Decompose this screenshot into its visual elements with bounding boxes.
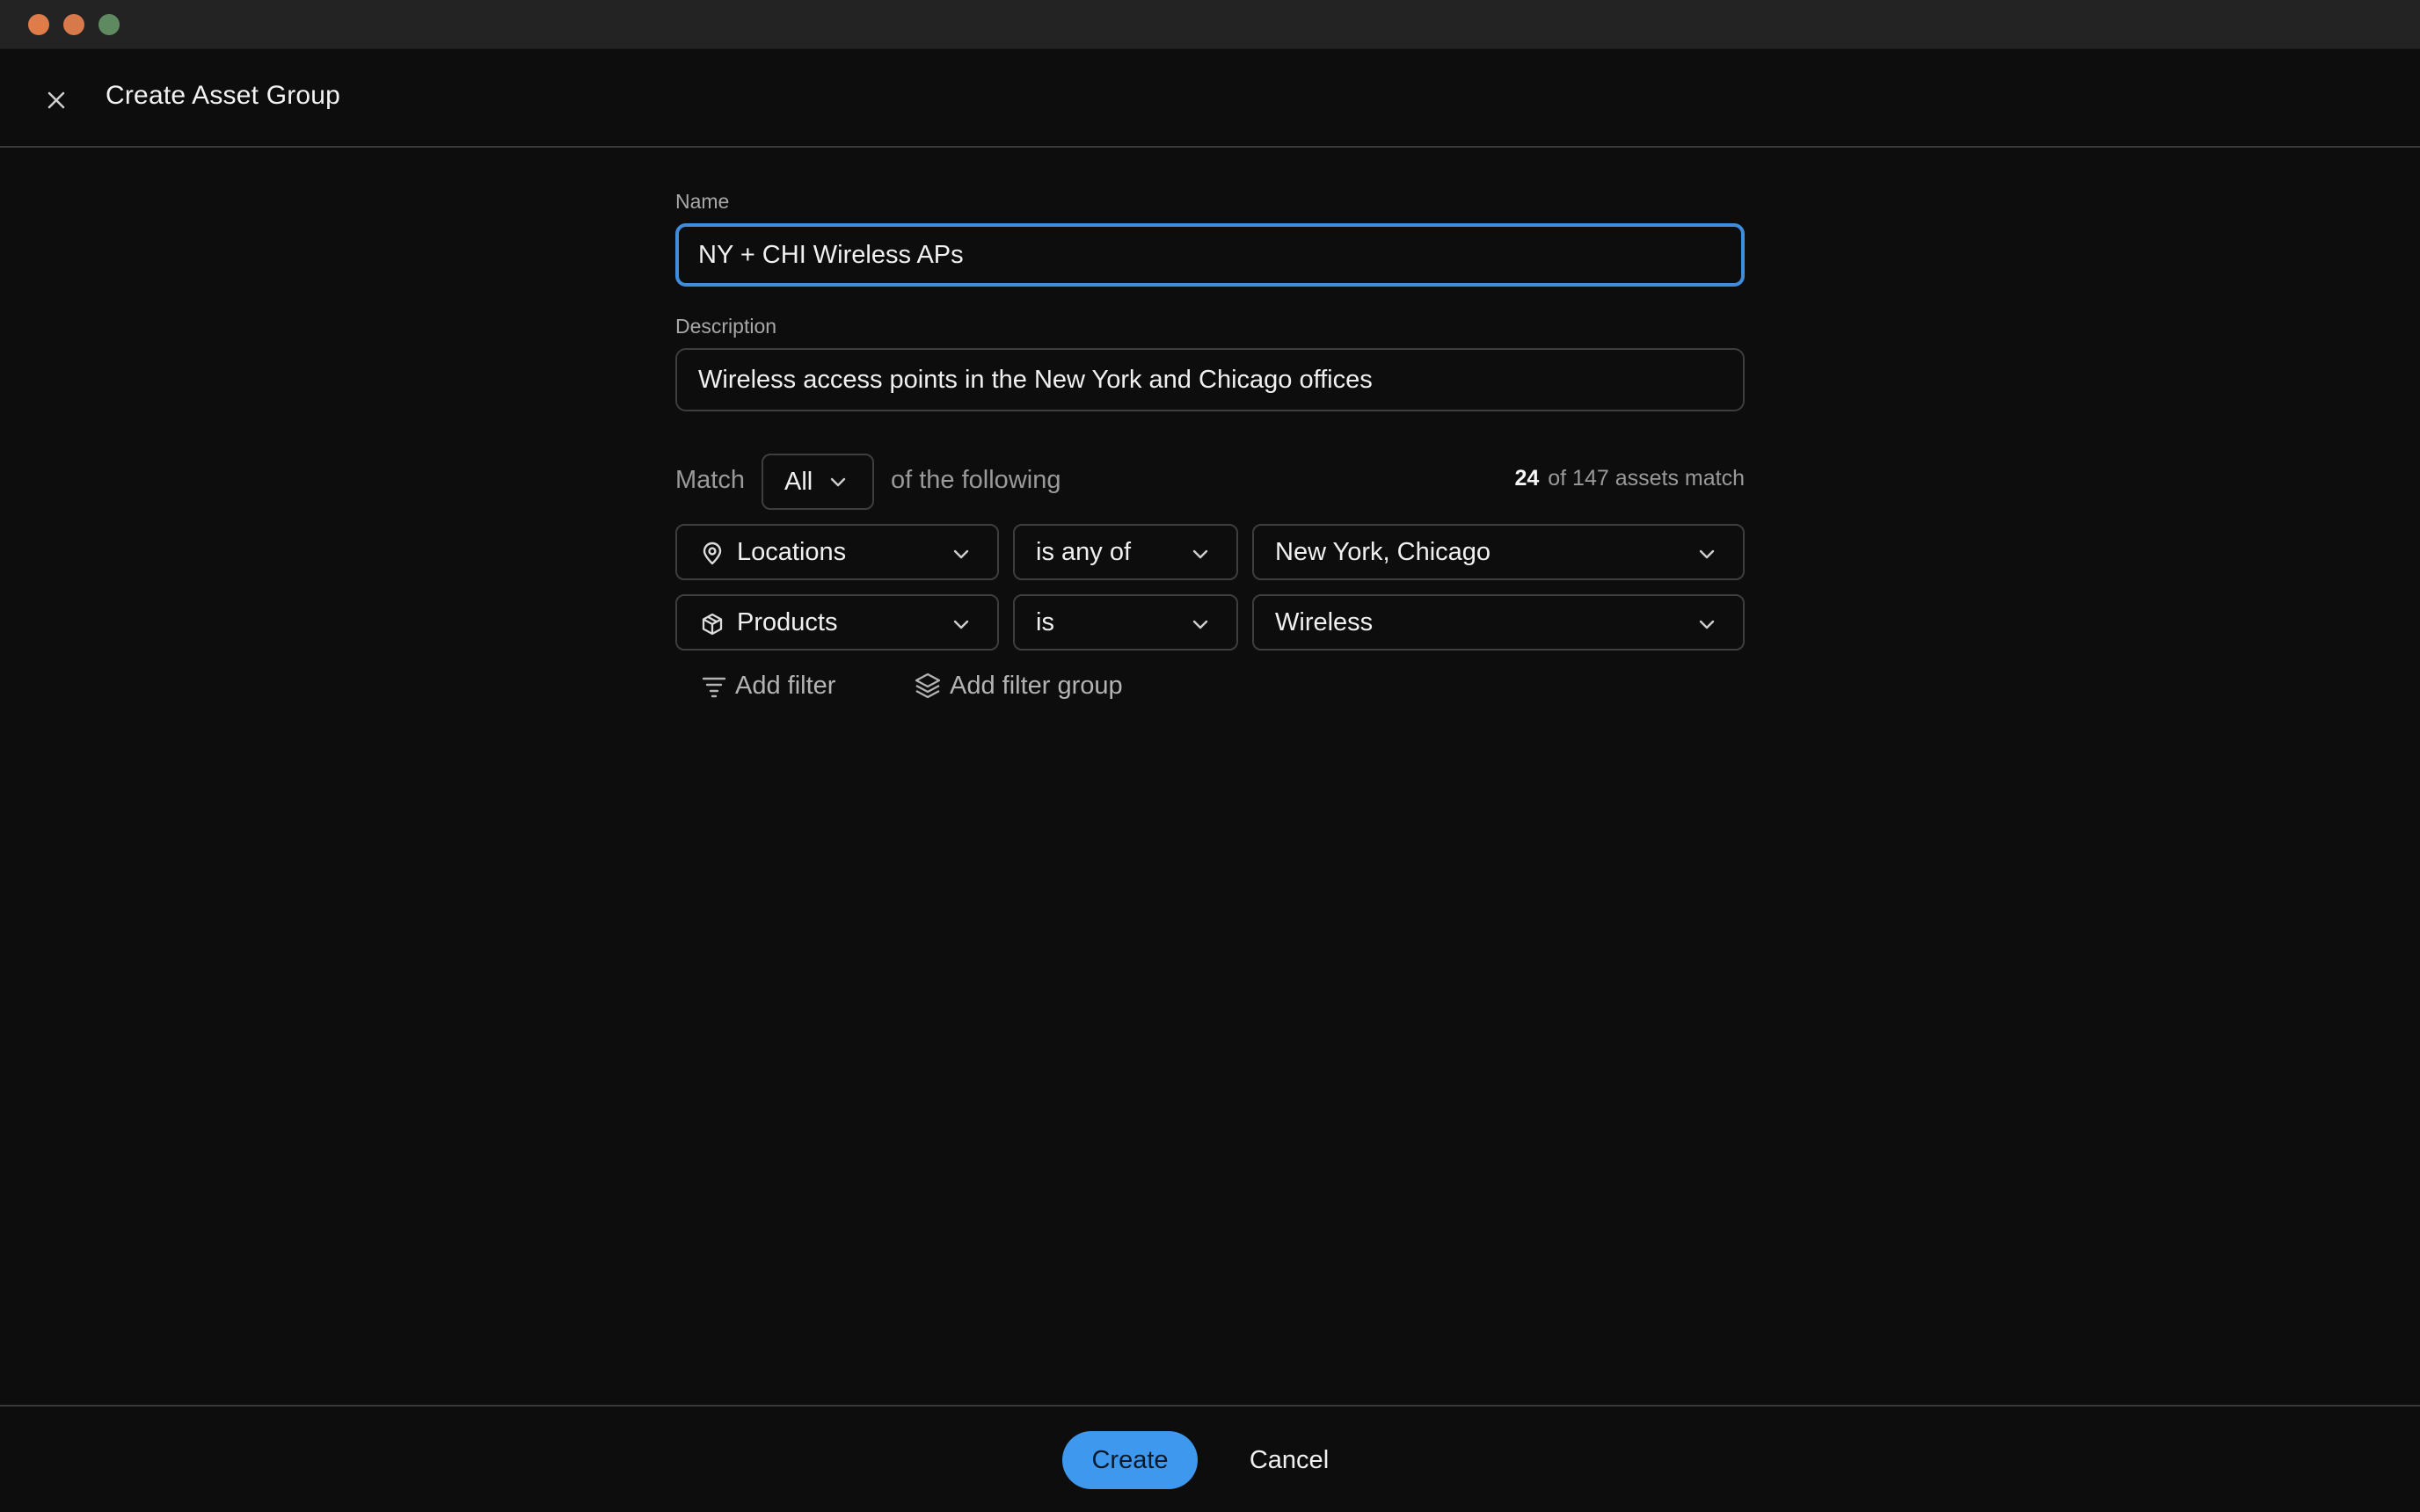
chevron-down-icon [1192,620,1208,629]
name-input[interactable] [675,223,1745,287]
filter-value-select[interactable]: Wireless [1252,594,1745,651]
cancel-button[interactable]: Cancel [1229,1431,1349,1489]
filter-field-select[interactable]: Locations [675,524,999,580]
create-button[interactable]: Create [1062,1431,1198,1489]
close-icon [47,91,65,109]
window-minimize-button[interactable] [63,14,84,35]
filter-value-select[interactable]: New York, Chicago [1252,524,1745,580]
add-filter-group-button[interactable]: Add filter group [913,661,1123,710]
title-bar [0,0,2420,49]
filter-field-value: Products [737,607,838,636]
match-count-suffix: of 147 assets match [1548,466,1745,491]
chevron-down-icon [953,549,969,559]
chevron-down-icon [830,477,846,487]
package-icon [702,613,723,636]
add-filter-group-label: Add filter group [950,671,1123,700]
chevron-down-icon [953,620,969,629]
chevron-down-icon [1699,549,1715,559]
dialog-header: Create Asset Group [0,49,2420,148]
chevron-down-icon [1192,549,1208,559]
window-close-button[interactable] [28,14,49,35]
filter-field-value: Locations [737,537,847,566]
close-button[interactable] [40,84,72,116]
filter-operator-select[interactable]: is [1013,594,1238,651]
match-count-number: 24 [1514,466,1540,491]
filter-operator-value: is [1036,607,1054,636]
filter-operator-select[interactable]: is any of [1013,524,1238,580]
filter-value-text: New York, Chicago [1275,537,1491,566]
filter-row: Products is Wireless [675,594,1745,651]
filter-icon [702,677,726,698]
page-title: Create Asset Group [106,81,341,110]
location-pin-icon [703,542,722,565]
match-suffix: of the following [891,466,1061,494]
match-mode-select[interactable]: All [762,454,874,510]
chevron-down-icon [1699,620,1715,629]
window-maximize-button[interactable] [98,14,120,35]
match-count: 24 of 147 assets match [1514,466,1745,491]
filter-row: Locations is any of New York, Chicago [675,524,1745,580]
description-input[interactable] [675,348,1745,411]
layers-icon [915,672,941,699]
name-label: Name [675,190,730,213]
filter-value-text: Wireless [1275,607,1374,636]
description-label: Description [675,315,777,338]
match-label: Match [675,466,745,494]
add-actions: Add filter Add filter group [675,661,1745,710]
add-filter-button[interactable]: Add filter [700,661,835,710]
filter-operator-value: is any of [1036,537,1131,566]
match-row: Match All of the following 24 of 147 asse… [675,454,1745,510]
dialog-footer: Create Cancel [0,1405,2420,1512]
add-filter-label: Add filter [735,671,836,700]
filter-field-select[interactable]: Products [675,594,999,651]
match-mode-value: All [784,467,813,496]
app-window: Create Asset Group Name Description Matc… [0,0,2420,1512]
